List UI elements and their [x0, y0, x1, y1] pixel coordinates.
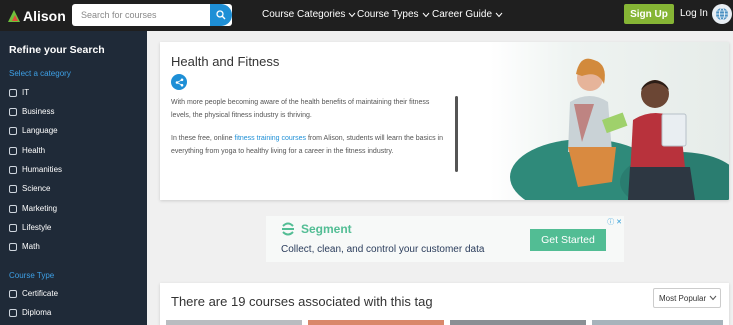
share-button[interactable]	[171, 74, 187, 90]
course-type-filter-diploma[interactable]: Diploma	[9, 308, 51, 317]
category-filter-marketing[interactable]: Marketing	[9, 204, 57, 213]
ad-brand-name: Segment	[301, 222, 352, 236]
nav-course-categories[interactable]: Course Categories	[262, 9, 356, 20]
course-thumbnail[interactable]	[308, 320, 444, 325]
category-hero-card: Health and Fitness With more people beco…	[160, 42, 729, 200]
category-filter-humanities[interactable]: Humanities	[9, 165, 62, 174]
search-icon	[216, 10, 226, 20]
fitness-courses-link[interactable]: fitness training courses	[234, 135, 306, 142]
nav-label: Career Guide	[432, 9, 493, 20]
category-filter-language[interactable]: Language	[9, 126, 58, 135]
text-scrollbar[interactable]	[455, 96, 458, 172]
sort-value: Most Popular	[659, 293, 707, 303]
category-heading: Select a category	[9, 69, 71, 78]
checkbox[interactable]	[9, 184, 17, 193]
logo-text: Alison	[23, 8, 66, 24]
category-label: IT	[22, 88, 30, 97]
checkbox[interactable]	[9, 223, 17, 232]
hero-photo	[490, 42, 729, 200]
hero-paragraph-2: In these free, online fitness training c…	[171, 132, 446, 158]
category-filter-it[interactable]: IT	[9, 88, 29, 97]
checkbox[interactable]	[9, 308, 17, 317]
results-count-heading: There are 19 courses associated with thi…	[171, 294, 433, 309]
checkbox[interactable]	[9, 204, 17, 213]
search-button[interactable]	[210, 4, 232, 26]
ad-get-started-button[interactable]: Get Started	[530, 229, 606, 251]
category-filter-math[interactable]: Math	[9, 242, 40, 251]
category-label: Health	[22, 146, 46, 155]
globe-icon	[716, 7, 728, 21]
category-label: Humanities	[22, 165, 63, 174]
chevron-down-icon	[348, 12, 356, 17]
sidebar-title: Refine your Search	[9, 44, 105, 56]
results-section: There are 19 courses associated with thi…	[160, 283, 729, 325]
category-label: Language	[22, 126, 58, 135]
sort-dropdown[interactable]: Most Popular	[653, 288, 721, 308]
course-type-label: Certificate	[22, 289, 59, 298]
category-filter-lifestyle[interactable]: Lifestyle	[9, 223, 51, 232]
paragraph-text: In these free, online	[171, 135, 235, 142]
language-selector[interactable]	[712, 4, 732, 24]
category-filter-health[interactable]: Health	[9, 146, 45, 155]
chevron-down-icon	[495, 12, 503, 17]
nav-career-guide[interactable]: Career Guide	[432, 9, 503, 20]
alison-logo-icon	[8, 10, 20, 22]
share-icon	[175, 78, 183, 86]
segment-ad-banner[interactable]: ⓘ ✕ Segment Collect, clean, and control …	[266, 216, 624, 262]
course-type-filter-certificate[interactable]: Certificate	[9, 289, 58, 298]
ad-tagline: Collect, clean, and control your custome…	[281, 244, 485, 255]
checkbox[interactable]	[9, 289, 17, 298]
signup-button[interactable]: Sign Up	[624, 4, 674, 24]
checkbox[interactable]	[9, 88, 17, 97]
category-label: Business	[22, 107, 55, 116]
course-thumbnail[interactable]	[592, 320, 723, 325]
page-title: Health and Fitness	[171, 54, 280, 69]
category-label: Lifestyle	[22, 223, 52, 232]
course-thumbnail[interactable]	[166, 320, 302, 325]
category-filter-business[interactable]: Business	[9, 107, 54, 116]
checkbox[interactable]	[9, 126, 17, 135]
course-thumbnail[interactable]	[450, 320, 586, 325]
segment-logo-icon	[282, 222, 294, 236]
checkbox[interactable]	[9, 165, 17, 174]
nav-label: Course Categories	[262, 9, 346, 20]
course-type-label: Diploma	[22, 308, 52, 317]
top-navigation-bar: Alison Course Categories Course Types Ca…	[0, 0, 733, 31]
hero-paragraph-1: With more people becoming aware of the h…	[171, 99, 430, 119]
nav-course-types[interactable]: Course Types	[357, 9, 430, 20]
alison-logo[interactable]: Alison	[8, 8, 66, 24]
category-label: Science	[22, 184, 51, 193]
chevron-down-icon	[709, 295, 717, 301]
search-input[interactable]	[72, 4, 210, 26]
chevron-down-icon	[422, 12, 429, 17]
login-link[interactable]: Log In	[680, 8, 708, 19]
checkbox[interactable]	[9, 242, 17, 251]
segment-brand: Segment	[280, 222, 352, 236]
ad-close-controls[interactable]: ⓘ ✕	[607, 217, 622, 227]
search-box	[72, 4, 232, 26]
category-label: Marketing	[22, 204, 58, 213]
checkbox[interactable]	[9, 107, 17, 116]
course-type-heading: Course Type	[9, 271, 55, 280]
filter-sidebar: Refine your Search Select a category IT …	[0, 31, 147, 325]
checkbox[interactable]	[9, 146, 17, 155]
nav-label: Course Types	[357, 9, 419, 20]
category-filter-science[interactable]: Science	[9, 184, 50, 193]
category-label: Math	[22, 242, 40, 251]
